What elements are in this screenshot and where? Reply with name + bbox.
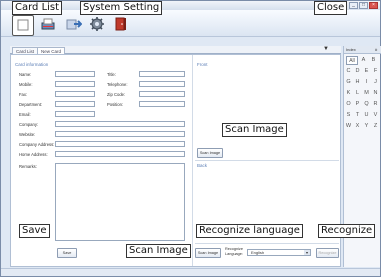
tab-strip: Card List New Card ▼ (10, 46, 341, 54)
index-letter[interactable]: K (344, 89, 353, 98)
exit-door-icon (113, 16, 129, 34)
index-letter[interactable]: E (362, 67, 371, 76)
index-letter[interactable]: V (371, 111, 380, 120)
company-field[interactable] (55, 121, 185, 127)
card-list-callout: Card List (12, 1, 63, 15)
index-header: Index # (344, 46, 381, 54)
zip-code-field[interactable] (139, 91, 185, 97)
index-letter[interactable]: P (353, 100, 362, 109)
telephone-field[interactable] (139, 81, 185, 87)
export-arrow-icon (66, 16, 83, 34)
chevron-down-icon: ▾ (304, 250, 310, 255)
department-label: Department: (19, 102, 43, 107)
recognize-button[interactable]: Recognize (316, 248, 339, 258)
minimize-button[interactable]: _ (349, 2, 358, 9)
index-letter[interactable]: W (344, 122, 353, 131)
title-field[interactable] (139, 71, 185, 77)
email-field[interactable] (55, 111, 95, 117)
index-letter[interactable]: L (353, 89, 362, 98)
recognize-language-label: Recognize Language: (225, 247, 243, 256)
window-controls: _ □ × (349, 2, 378, 9)
home-address-field[interactable] (55, 151, 185, 157)
index-letter[interactable]: S (344, 111, 353, 120)
front-title: Front (197, 62, 208, 67)
index-letter[interactable]: R (371, 100, 380, 109)
system-setting-button[interactable] (87, 15, 107, 35)
index-all[interactable]: All (346, 56, 358, 65)
index-letter[interactable]: D (353, 67, 362, 76)
zip-code-label: Zip Code: (107, 92, 126, 97)
email-label: Email: (19, 112, 31, 117)
department-field[interactable] (55, 101, 95, 107)
index-letter[interactable]: X (353, 122, 362, 131)
recognize-language-callout: Recognize language (196, 224, 303, 238)
language-select[interactable]: English ▾ (247, 249, 311, 256)
scan-image-callout-bottom: Scan Image (126, 244, 191, 258)
recognize-callout: Recognize (318, 224, 376, 238)
index-letter[interactable]: M (362, 89, 371, 98)
language-select-value: English (251, 250, 265, 255)
exit-button[interactable] (111, 15, 131, 35)
position-field[interactable] (139, 101, 185, 107)
index-letter[interactable]: O (344, 100, 353, 109)
name-label: Name: (19, 72, 32, 77)
position-label: Position: (107, 102, 124, 107)
index-letter[interactable]: H (353, 78, 362, 87)
index-letter[interactable]: Y (362, 122, 371, 131)
mobile-field[interactable] (55, 81, 95, 87)
back-scan-image-button[interactable]: Scan Image (195, 248, 221, 258)
index-letter[interactable]: N (371, 89, 380, 98)
save-callout: Save (19, 224, 50, 238)
company-label: Company: (19, 122, 39, 127)
export-button[interactable] (64, 15, 84, 35)
company-address-label: Company Address: (19, 142, 55, 147)
name-field[interactable] (55, 71, 95, 77)
index-letter[interactable]: B (369, 56, 378, 65)
window-close-button[interactable]: × (369, 2, 378, 9)
card-list-button[interactable] (12, 15, 34, 36)
remarks-label: Remarks: (19, 164, 37, 169)
mobile-label: Mobile: (19, 82, 33, 87)
index-letter[interactable]: T (353, 111, 362, 120)
fax-field[interactable] (55, 91, 95, 97)
tab-new-card[interactable]: New Card (37, 47, 66, 54)
tab-card-list[interactable]: Card List (12, 47, 39, 54)
maximize-button[interactable]: □ (359, 2, 368, 9)
front-scan-image-button[interactable]: Scan Image (197, 148, 223, 158)
remarks-textarea[interactable] (55, 163, 185, 241)
scan-button[interactable] (38, 15, 58, 35)
home-address-label: Home Address: (19, 152, 48, 157)
index-header-label: Index (346, 47, 356, 52)
save-button[interactable]: Save (57, 248, 77, 258)
close-callout: Close (314, 1, 348, 15)
tab-dropdown-icon[interactable]: ▼ (323, 46, 329, 52)
scan-image-callout-right: Scan Image (222, 123, 287, 137)
scanner-icon (40, 16, 56, 34)
back-bottom-divider (195, 243, 339, 244)
index-letter[interactable]: G (344, 78, 353, 87)
index-letter[interactable]: J (371, 78, 380, 87)
index-letter[interactable]: Q (362, 100, 371, 109)
front-back-divider (195, 160, 339, 161)
system-setting-callout: System Setting (80, 1, 163, 15)
index-header-hash: # (375, 47, 378, 52)
index-letter[interactable]: A (359, 56, 368, 65)
fax-label: Fax: (19, 92, 28, 97)
index-letter[interactable]: I (362, 78, 371, 87)
back-title: Back (197, 163, 208, 168)
telephone-label: Telephone: (107, 82, 128, 87)
website-label: Website: (19, 132, 36, 137)
card-list-icon (15, 17, 31, 35)
company-address-field[interactable] (55, 141, 185, 147)
index-letter[interactable]: U (362, 111, 371, 120)
index-letter[interactable]: Z (371, 122, 380, 131)
index-letter[interactable]: F (371, 67, 380, 76)
gear-icon (89, 16, 105, 34)
vertical-divider (192, 55, 193, 266)
title-label: Title: (107, 72, 116, 77)
index-letter[interactable]: C (344, 67, 353, 76)
status-bar (1, 268, 380, 276)
card-info-title: Card information (15, 62, 49, 67)
website-field[interactable] (55, 131, 185, 137)
